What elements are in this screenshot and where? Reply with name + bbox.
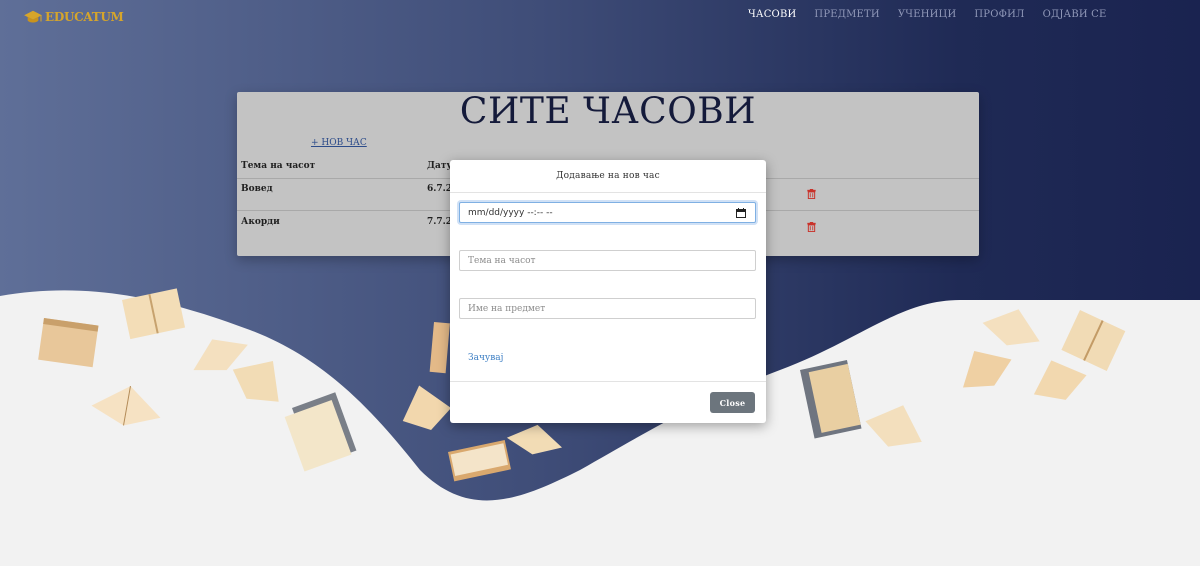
nav-menu: ЧАСОВИ ПРЕДМЕТИ УЧЕНИЦИ ПРОФИЛ ОДЈАВИ СЕ — [748, 9, 1107, 20]
save-button[interactable]: Зачувај — [468, 353, 503, 363]
brand-name: EDUCATUM — [45, 10, 124, 24]
trash-icon[interactable] — [807, 189, 816, 199]
graduation-cap-icon — [24, 10, 42, 23]
row-topic: Акорди — [241, 217, 280, 227]
brand-logo[interactable]: EDUCATUM — [24, 9, 124, 25]
trash-icon[interactable] — [807, 222, 816, 232]
subject-placeholder: Име на предмет — [468, 303, 546, 314]
datetime-input[interactable]: mm/dd/yyyy --:-- -- — [459, 202, 756, 223]
new-class-link[interactable]: + НОВ ЧАС — [311, 138, 367, 148]
nav-item-students[interactable]: УЧЕНИЦИ — [898, 9, 957, 20]
topic-input[interactable]: Тема на часот — [459, 250, 756, 271]
calendar-icon[interactable] — [736, 208, 746, 218]
column-header-topic: Тема на часот — [241, 161, 316, 171]
datetime-placeholder: mm/dd/yyyy --:-- -- — [468, 207, 553, 218]
top-navbar: EDUCATUM ЧАСОВИ ПРЕДМЕТИ УЧЕНИЦИ ПРОФИЛ … — [0, 0, 1200, 34]
topic-placeholder: Тема на часот — [468, 255, 536, 266]
column-header-date: Дату — [427, 161, 453, 171]
modal-header: Додавање на нов час — [450, 160, 766, 193]
nav-item-classes[interactable]: ЧАСОВИ — [748, 9, 796, 20]
nav-item-logout[interactable]: ОДЈАВИ СЕ — [1043, 9, 1107, 20]
close-button[interactable]: Close — [710, 392, 755, 413]
nav-item-subjects[interactable]: ПРЕДМЕТИ — [814, 9, 879, 20]
subject-input[interactable]: Име на предмет — [459, 298, 756, 319]
page-title: СИТЕ ЧАСОВИ — [459, 91, 757, 132]
modal-title: Додавање на нов час — [556, 171, 660, 181]
nav-item-profile[interactable]: ПРОФИЛ — [974, 9, 1024, 20]
modal-footer-divider — [450, 381, 766, 382]
row-topic: Вовед — [241, 184, 273, 194]
add-class-modal: Додавање на нов час mm/dd/yyyy --:-- -- … — [450, 160, 766, 423]
